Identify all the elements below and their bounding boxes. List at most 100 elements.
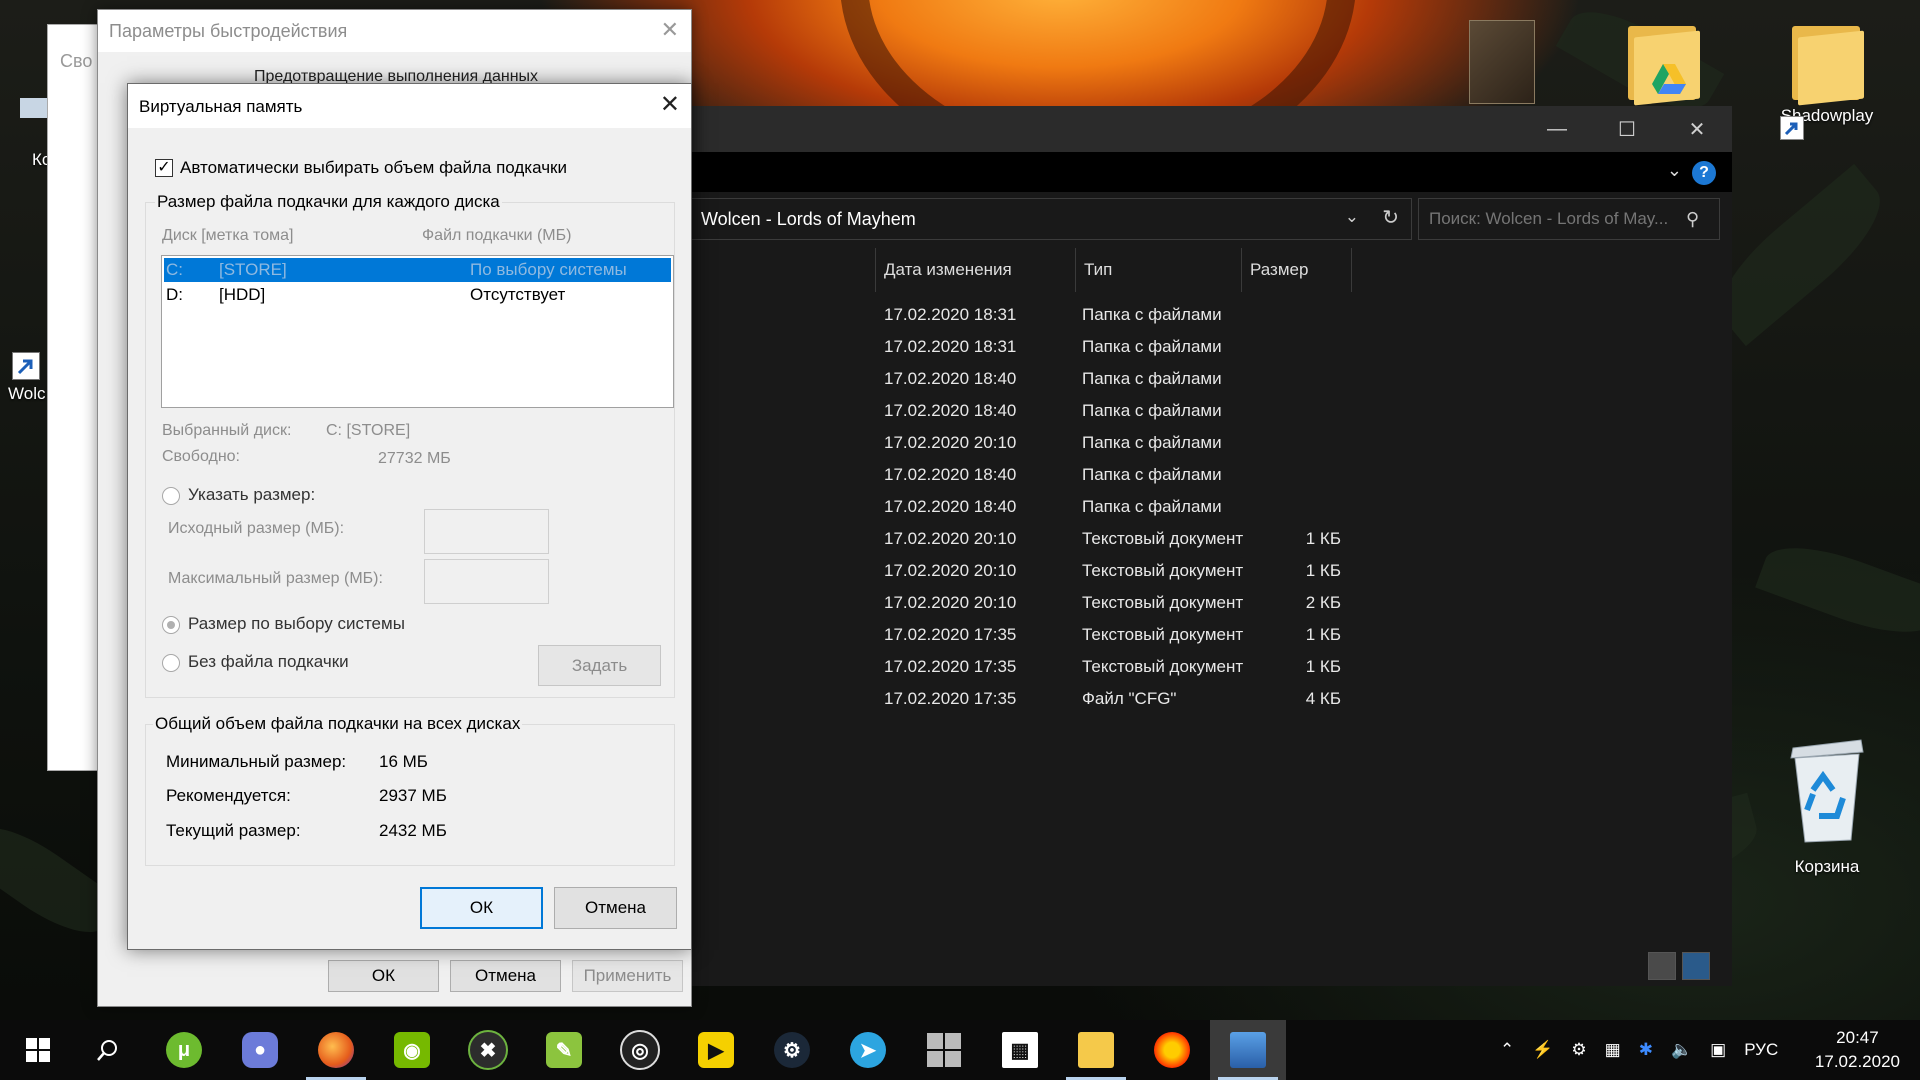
- file-type: Папка с файлами: [1082, 337, 1222, 356]
- file-row[interactable]: 17.02.2020 20:10 Текстовый документ 1 КБ: [670, 555, 1732, 587]
- drive-row-d[interactable]: D: [HDD] Отсутствует: [164, 283, 671, 307]
- taskbar-file-explorer[interactable]: [1058, 1020, 1134, 1080]
- taskbar-notepad-plus[interactable]: ✎: [526, 1020, 602, 1080]
- apply-button[interactable]: Применить: [572, 960, 683, 992]
- power-icon[interactable]: ⚡: [1532, 1040, 1553, 1060]
- taskbar-player[interactable]: ▶: [678, 1020, 754, 1080]
- help-icon[interactable]: ?: [1692, 161, 1716, 185]
- notepad-plus-icon: ✎: [546, 1032, 582, 1068]
- file-row[interactable]: 17.02.2020 18:31 Папка с файлами: [670, 299, 1732, 331]
- network-icon[interactable]: ▣: [1710, 1040, 1726, 1060]
- search-box[interactable]: ⚲: [1418, 198, 1720, 240]
- search-icon: ⚲: [1686, 208, 1700, 229]
- column-header-size[interactable]: Размер: [1242, 248, 1352, 292]
- current-size-value: 2432 МБ: [379, 821, 447, 840]
- taskbar-steam[interactable]: ⚙: [754, 1020, 830, 1080]
- cancel-button[interactable]: Отмена: [450, 960, 561, 992]
- per-disk-group-title: Размер файла подкачки для каждого диска: [155, 192, 502, 212]
- address-bar[interactable]: › Wolcen - Lords of Mayhem ⌄ ↻: [670, 198, 1412, 240]
- taskbar-nvidia[interactable]: ◉: [374, 1020, 450, 1080]
- close-icon[interactable]: ✕: [661, 17, 679, 43]
- taskbar-telegram[interactable]: ➤: [830, 1020, 906, 1080]
- taskbar-xbox[interactable]: ✖: [450, 1020, 526, 1080]
- custom-size-radio[interactable]: [162, 487, 180, 505]
- file-row[interactable]: 17.02.2020 17:35 Файл "CFG" 4 КБ: [670, 683, 1732, 715]
- bluetooth-icon[interactable]: ✱: [1639, 1040, 1653, 1060]
- desktop-icon-drive-folder[interactable]: [1608, 20, 1718, 106]
- min-size-value: 16 МБ: [379, 752, 428, 771]
- file-type: Папка с файлами: [1082, 401, 1222, 420]
- clock[interactable]: 20:47 17.02.2020: [1815, 1026, 1900, 1074]
- file-row[interactable]: 17.02.2020 18:40 Папка с файлами: [670, 459, 1732, 491]
- taskbar: μ ● ◉ ✖ ✎ ◎ ▶ ⚙ ➤ ▦ ⌃ ⚡ ⚙ ▦ ✱ 🔈 ▣ РУС 20…: [0, 1020, 1920, 1080]
- file-type: Текстовый документ: [1082, 625, 1244, 644]
- player-icon: ▶: [698, 1032, 734, 1068]
- breadcrumb-current[interactable]: Wolcen - Lords of Mayhem: [701, 209, 916, 230]
- start-button[interactable]: [0, 1020, 76, 1080]
- desktop-icon-shadowplay[interactable]: Shadowplay: [1772, 20, 1882, 140]
- large-icons-view-icon[interactable]: [1682, 952, 1710, 980]
- ok-button[interactable]: ОК: [420, 887, 543, 929]
- auto-manage-label: Автоматически выбирать объем файла подка…: [180, 158, 567, 177]
- show-hidden-icons[interactable]: ⌃: [1500, 1040, 1514, 1060]
- file-date: 17.02.2020 18:31: [884, 305, 1017, 324]
- file-row[interactable]: 17.02.2020 18:40 Папка с файлами: [670, 363, 1732, 395]
- discord-icon: ●: [242, 1032, 278, 1068]
- cancel-button[interactable]: Отмена: [554, 887, 677, 929]
- file-date: 17.02.2020 18:31: [884, 337, 1017, 356]
- desktop-icon-recycle-bin[interactable]: Корзина: [1772, 728, 1882, 877]
- window-title: Сво: [60, 51, 93, 71]
- expand-ribbon-icon[interactable]: ⌄: [1667, 160, 1682, 181]
- steam-tray-icon[interactable]: ⚙: [1571, 1040, 1586, 1060]
- recycle-bin-icon: [1790, 739, 1864, 843]
- refresh-icon[interactable]: ↻: [1382, 205, 1399, 230]
- file-row[interactable]: 17.02.2020 18:31 Папка с файлами: [670, 331, 1732, 363]
- file-row[interactable]: 17.02.2020 17:35 Текстовый документ 1 КБ: [670, 619, 1732, 651]
- file-size: 1 КБ: [1305, 657, 1341, 676]
- column-header-type[interactable]: Тип: [1076, 248, 1242, 292]
- ok-button[interactable]: ОК: [328, 960, 439, 992]
- search-input[interactable]: [1419, 208, 1686, 230]
- perf-buttons: ОК Отмена Применить: [328, 960, 683, 992]
- maximize-button[interactable]: ☐: [1592, 106, 1662, 152]
- minimize-button[interactable]: —: [1522, 106, 1592, 152]
- file-date: 17.02.2020 18:40: [884, 497, 1017, 516]
- drive-row-c[interactable]: C: [STORE] По выбору системы: [164, 258, 671, 282]
- file-row[interactable]: 17.02.2020 17:35 Текстовый документ 1 КБ: [670, 651, 1732, 683]
- close-icon[interactable]: ✕: [660, 90, 680, 119]
- file-date: 17.02.2020 18:40: [884, 401, 1017, 420]
- history-dropdown-icon[interactable]: ⌄: [1345, 207, 1359, 227]
- initial-size-input[interactable]: [424, 509, 549, 554]
- desktop-icon-game-shortcut[interactable]: [1447, 20, 1557, 104]
- taskbar-obs[interactable]: ◎: [602, 1020, 678, 1080]
- details-view-icon[interactable]: [1648, 952, 1676, 980]
- file-row[interactable]: 17.02.2020 20:10 Текстовый документ 1 КБ: [670, 523, 1732, 555]
- taskbar-music[interactable]: [1134, 1020, 1210, 1080]
- volume-icon[interactable]: 🔈: [1671, 1040, 1692, 1060]
- auto-manage-checkbox[interactable]: ✓: [155, 159, 173, 177]
- file-explorer-window: — ☐ ✕ ⌄ ? › Wolcen - Lords of Mayhem ⌄ ↻…: [670, 106, 1732, 986]
- taskbar-system-properties[interactable]: [1210, 1020, 1286, 1080]
- taskbar-utorrent[interactable]: μ: [146, 1020, 222, 1080]
- taskbar-firefox[interactable]: [298, 1020, 374, 1080]
- drive-list[interactable]: C: [STORE] По выбору системы D: [HDD] От…: [161, 255, 674, 408]
- recommended-label: Рекомендуется:: [166, 786, 291, 805]
- language-indicator[interactable]: РУС: [1744, 1040, 1778, 1060]
- file-row[interactable]: 17.02.2020 20:10 Текстовый документ 2 КБ: [670, 587, 1732, 619]
- taskbar-discord[interactable]: ●: [222, 1020, 298, 1080]
- no-paging-radio[interactable]: [162, 654, 180, 672]
- file-size: 2 КБ: [1305, 593, 1341, 612]
- search-button[interactable]: [70, 1020, 146, 1080]
- file-row[interactable]: 17.02.2020 20:10 Папка с файлами: [670, 427, 1732, 459]
- taskbar-windows-app[interactable]: [906, 1020, 982, 1080]
- max-size-input[interactable]: [424, 559, 549, 604]
- file-row[interactable]: 17.02.2020 18:40 Папка с файлами: [670, 491, 1732, 523]
- column-header-date[interactable]: Дата изменения: [876, 248, 1076, 292]
- nvidia-tray-icon[interactable]: ▦: [1605, 1040, 1621, 1060]
- set-button[interactable]: Задать: [538, 645, 661, 686]
- taskbar-calculator[interactable]: ▦: [982, 1020, 1058, 1080]
- file-row[interactable]: 17.02.2020 18:40 Папка с файлами: [670, 395, 1732, 427]
- system-managed-radio[interactable]: [162, 616, 180, 634]
- file-size: 1 КБ: [1305, 625, 1341, 644]
- close-button[interactable]: ✕: [1662, 106, 1732, 152]
